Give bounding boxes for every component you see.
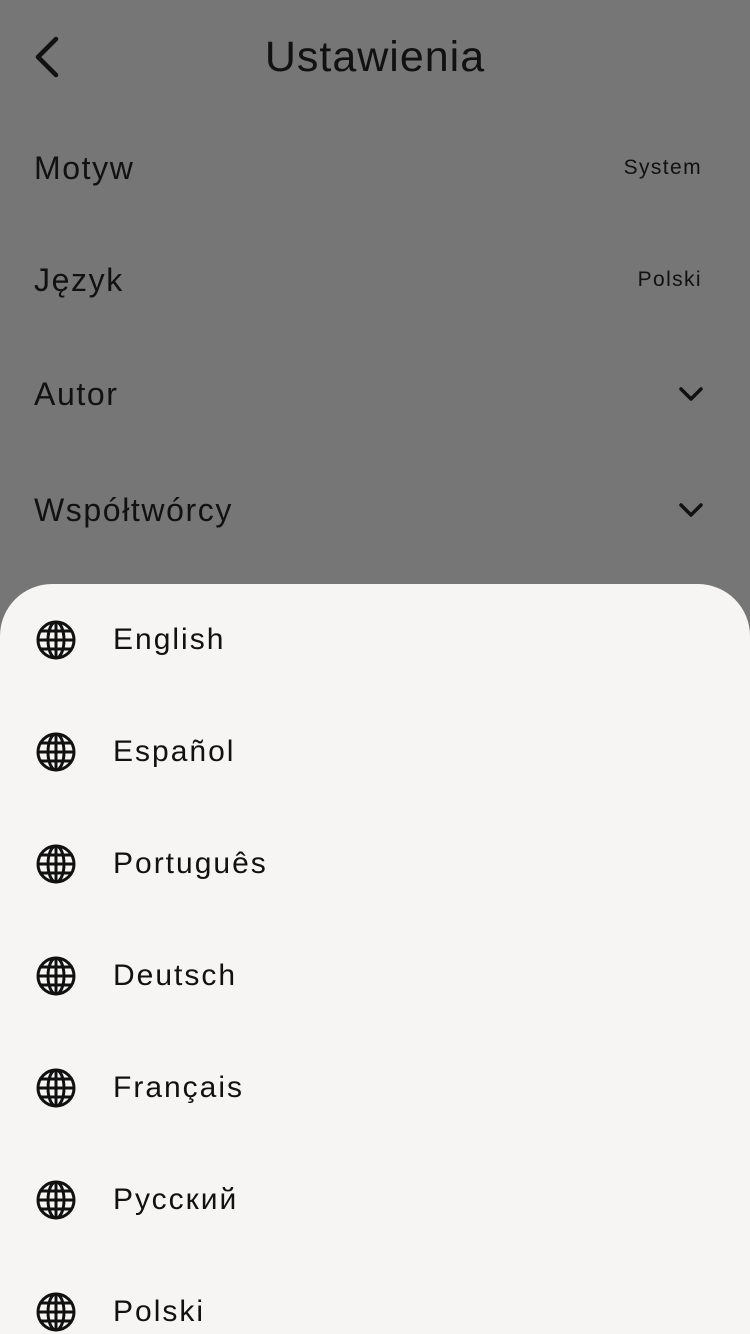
language-option-portuguese[interactable]: Português [0, 808, 750, 920]
language-option-label: Deutsch [113, 959, 238, 992]
language-option-english[interactable]: English [0, 584, 750, 696]
language-option-label: English [113, 623, 226, 656]
language-option-label: Português [113, 847, 268, 880]
setting-value-theme: System [623, 156, 702, 179]
globe-icon [34, 842, 78, 886]
chevron-down-icon [677, 380, 705, 408]
language-bottom-sheet: English Español Português Deutsch França… [0, 584, 750, 1334]
language-option-german[interactable]: Deutsch [0, 920, 750, 1032]
language-option-russian[interactable]: Русский [0, 1144, 750, 1256]
language-option-label: Русский [113, 1183, 239, 1216]
chevron-down-icon [677, 496, 705, 524]
globe-icon [34, 954, 78, 998]
globe-icon [34, 730, 78, 774]
page-title: Ustawienia [264, 33, 486, 81]
language-option-label: Français [113, 1071, 245, 1104]
language-option-spanish[interactable]: Español [0, 696, 750, 808]
header: Ustawienia [0, 0, 750, 115]
language-option-label: Polski [113, 1295, 206, 1328]
setting-label-language: Język [34, 261, 124, 298]
globe-icon [34, 1290, 78, 1334]
language-option-label: Español [113, 735, 236, 768]
setting-row-language[interactable]: Język Polski [0, 230, 750, 330]
globe-icon [34, 1178, 78, 1222]
globe-icon [34, 618, 78, 662]
language-option-french[interactable]: Français [0, 1032, 750, 1144]
language-option-polish[interactable]: Polski [0, 1256, 750, 1334]
setting-label-contributors: Współtwórcy [34, 491, 233, 528]
setting-row-theme[interactable]: Motyw System [0, 118, 750, 218]
setting-label-author: Autor [34, 375, 119, 412]
setting-row-author[interactable]: Autor [0, 344, 750, 444]
globe-icon [34, 1066, 78, 1110]
setting-label-theme: Motyw [34, 149, 135, 186]
setting-value-language: Polski [637, 268, 702, 291]
setting-row-contributors[interactable]: Współtwórcy [0, 460, 750, 560]
